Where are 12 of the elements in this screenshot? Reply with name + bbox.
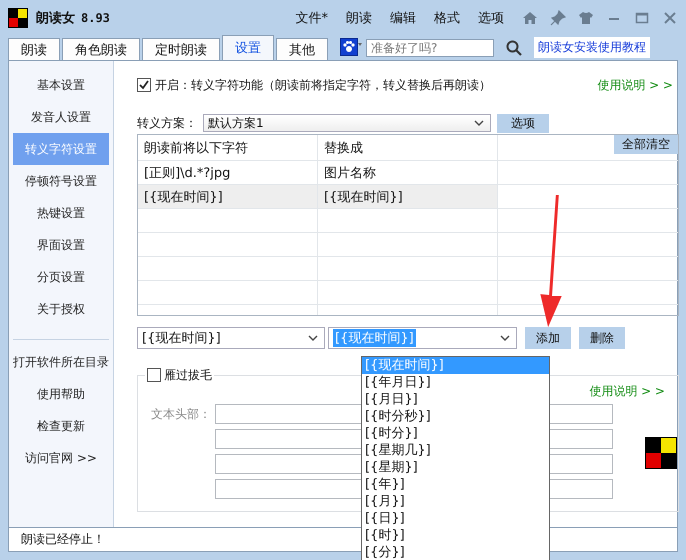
table-cell: [正则]\d.*?jpg (138, 161, 318, 184)
filter-label: 雁过拔毛 (164, 366, 212, 384)
column-header: 替换成 (318, 135, 498, 160)
field-label: 文本头部： (151, 406, 212, 422)
app-version: 8.93 (81, 11, 110, 25)
scheme-label: 转义方案： (137, 114, 197, 132)
feature-label: 开启：转义字符功能（朗读前将指定字符，转义替换后再朗读） (155, 76, 491, 94)
table-cell: 图片名称 (318, 161, 498, 184)
table-cell: [{现在时间}] (138, 185, 318, 208)
app-name: 朗读女 (36, 10, 75, 27)
column-header: 朗读前将以下字符 (138, 135, 318, 160)
table-cell: [{现在时间}] (318, 185, 498, 208)
